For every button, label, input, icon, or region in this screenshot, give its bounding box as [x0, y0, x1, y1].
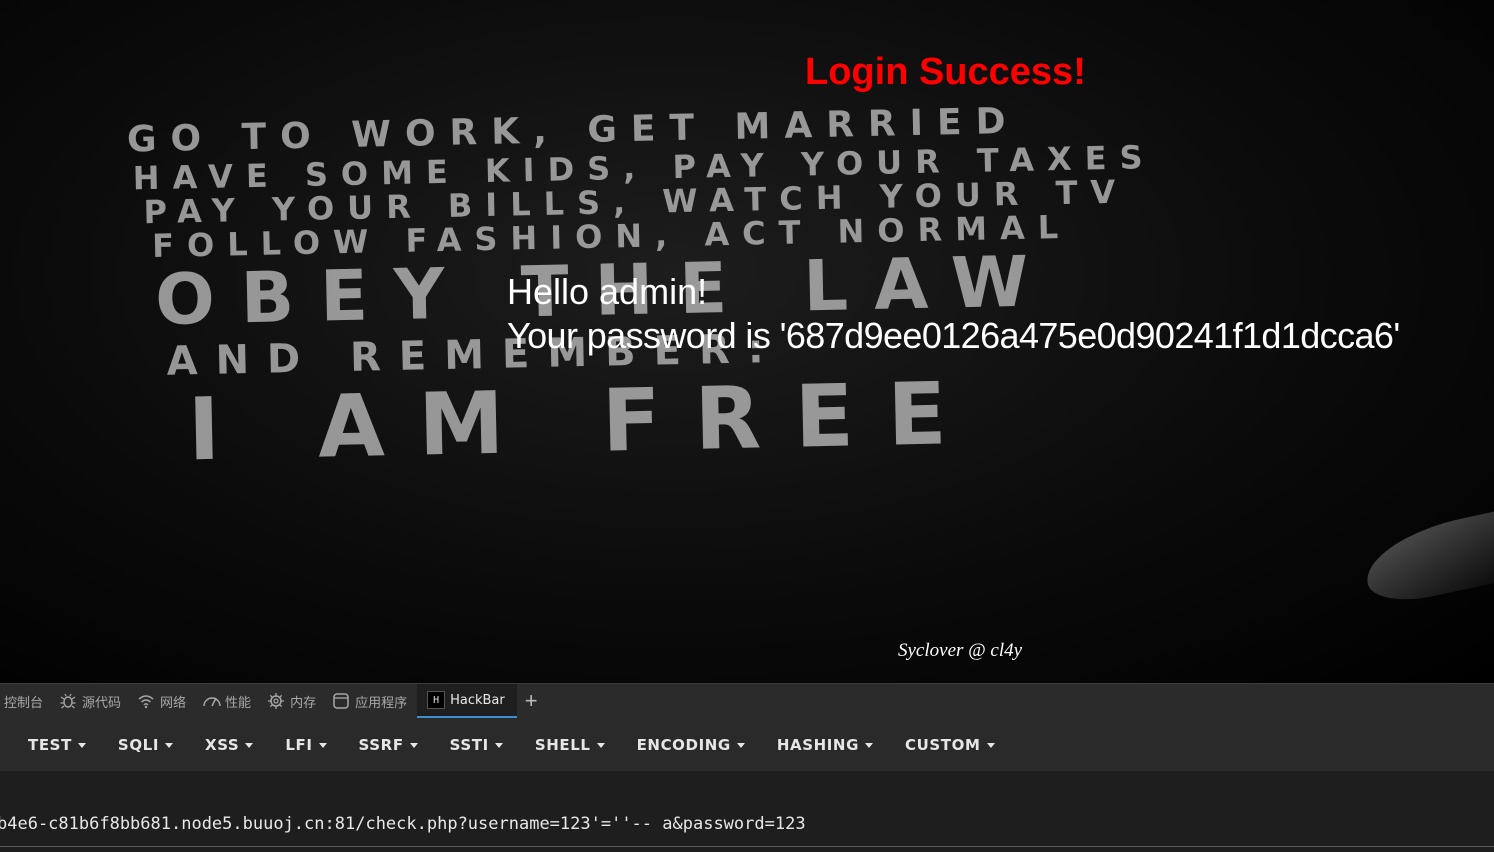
gauge-icon	[202, 692, 221, 710]
caret-down-icon	[986, 742, 995, 748]
tab-network-label: 网络	[160, 695, 187, 711]
caret-down-icon	[318, 742, 327, 748]
poster-line: I AM FREE	[186, 363, 982, 481]
tab-hackbar[interactable]: H HackBar	[417, 684, 517, 718]
login-success-title: Login Success!	[805, 51, 1086, 93]
hackbar-toolbar: TEST SQLI XSS LFI SSRF SSTI SHELL ENCODI…	[0, 718, 1494, 771]
menu-xss-label: XSS	[205, 735, 240, 754]
app-icon	[332, 692, 350, 710]
chip-icon	[267, 692, 285, 710]
decorative-shape	[1358, 505, 1494, 609]
menu-hashing[interactable]: HASHING	[761, 736, 889, 754]
caret-down-icon	[409, 742, 418, 748]
menu-ssti[interactable]: SSTI	[434, 736, 519, 754]
tab-performance[interactable]: 性能	[196, 684, 261, 718]
password-message: Your password is '687d9ee0126a475e0d9024…	[507, 315, 1400, 356]
caret-down-icon	[865, 742, 873, 748]
menu-xss[interactable]: XSS	[189, 736, 269, 754]
caret-down-icon	[165, 742, 174, 748]
devtools-tab-bar: 控制台 源代码 网络 性能 内存 应用程序 H HackBar +	[0, 683, 1494, 718]
tab-console-label: 控制台	[4, 695, 44, 711]
add-tab-button[interactable]: +	[517, 684, 546, 718]
menu-encoding-label: ENCODING	[636, 735, 731, 754]
url-underline	[0, 846, 1494, 847]
menu-ssti-label: SSTI	[449, 735, 489, 754]
bug-icon	[59, 692, 77, 710]
tab-application[interactable]: 应用程序	[326, 684, 417, 718]
menu-custom[interactable]: CUSTOM	[889, 736, 1011, 754]
url-input-area[interactable]: b4e6-c81b6f8bb681.node5.buuoj.cn:81/chec…	[0, 771, 1494, 852]
tab-console[interactable]: 控制台	[0, 684, 53, 718]
hackbar-logo-icon: H	[427, 691, 446, 709]
menu-hashing-label: HASHING	[776, 735, 859, 754]
tab-sources[interactable]: 源代码	[53, 684, 131, 718]
url-input[interactable]: b4e6-c81b6f8bb681.node5.buuoj.cn:81/chec…	[0, 814, 806, 834]
tab-application-label: 应用程序	[355, 695, 408, 711]
web-page: GO TO WORK, GET MARRIED HAVE SOME KIDS, …	[0, 0, 1494, 683]
tab-hackbar-label: HackBar	[450, 692, 505, 708]
caret-down-icon	[736, 742, 745, 748]
menu-test[interactable]: TEST	[12, 736, 102, 754]
tab-memory-label: 内存	[290, 695, 317, 711]
tab-memory[interactable]: 内存	[261, 684, 326, 718]
menu-lfi[interactable]: LFI	[269, 736, 342, 754]
caret-down-icon	[77, 742, 86, 748]
caret-down-icon	[245, 742, 254, 748]
footer-signature: Syclover @ cl4y	[898, 640, 1023, 661]
hello-message: Hello admin!	[507, 271, 708, 312]
caret-down-icon	[494, 742, 503, 748]
menu-sqli[interactable]: SQLI	[102, 736, 189, 754]
menu-encoding[interactable]: ENCODING	[621, 736, 761, 754]
menu-test-label: TEST	[28, 735, 72, 754]
menu-lfi-label: LFI	[285, 735, 313, 754]
tab-performance-label: 性能	[225, 695, 252, 711]
menu-ssrf-label: SSRF	[358, 735, 404, 754]
menu-sqli-label: SQLI	[117, 735, 160, 754]
menu-shell[interactable]: SHELL	[519, 736, 621, 754]
menu-shell-label: SHELL	[534, 735, 591, 754]
menu-custom-label: CUSTOM	[905, 735, 981, 754]
menu-ssrf[interactable]: SSRF	[343, 736, 434, 754]
wifi-icon	[137, 692, 155, 710]
tab-sources-label: 源代码	[82, 695, 122, 711]
tab-network[interactable]: 网络	[131, 684, 196, 718]
caret-down-icon	[596, 742, 605, 748]
